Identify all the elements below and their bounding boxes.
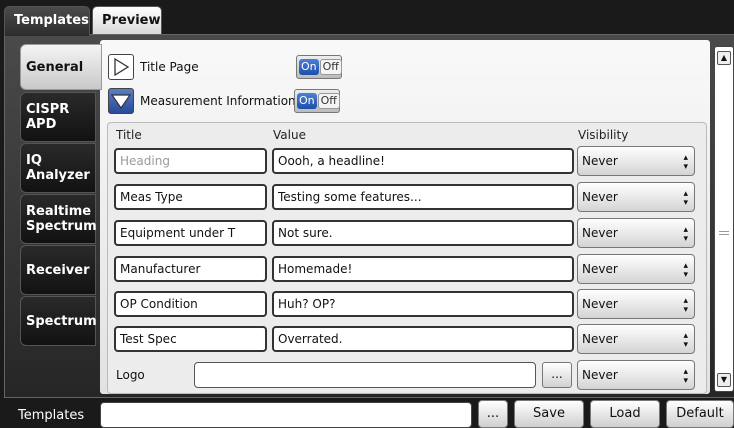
toggle-off: Off: [319, 59, 342, 75]
row-value-field[interactable]: Not sure.: [272, 220, 574, 246]
measurement-info-section: Measurement Information: [108, 88, 296, 114]
visibility-value: Never: [582, 154, 618, 168]
logo-path-field[interactable]: [194, 362, 536, 388]
save-button[interactable]: Save: [514, 400, 584, 428]
visibility-value: Never: [582, 368, 618, 382]
row-value-field[interactable]: Overrated.: [272, 326, 574, 352]
row-visibility-select[interactable]: Never ▴ ▾: [577, 146, 695, 176]
row-title-field[interactable]: Meas Type: [114, 184, 267, 210]
measurement-info-toggle[interactable]: On Off: [294, 89, 340, 113]
row-value-field[interactable]: Homemade!: [272, 256, 574, 282]
row-visibility-select[interactable]: Never ▴ ▾: [577, 182, 695, 212]
scroll-down-button[interactable]: ▼: [717, 373, 731, 387]
row-visibility-select[interactable]: Never ▴ ▾: [577, 254, 695, 284]
side-tab-label: IQ Analyzer: [26, 153, 90, 183]
row-title-field[interactable]: Test Spec: [114, 326, 267, 352]
toggle-on: On: [297, 93, 317, 109]
title-page-section: Title Page: [108, 54, 199, 80]
title-page-toggle[interactable]: On Off: [296, 55, 342, 79]
side-tab-realtime-spectrum[interactable]: Realtime Spectrum: [20, 194, 97, 244]
updown-arrow-icon: ▴ ▾: [683, 189, 688, 208]
toggle-off: Off: [317, 93, 340, 109]
updown-arrow-icon: ▴ ▾: [683, 261, 688, 280]
updown-arrow-icon: ▴ ▾: [683, 153, 688, 172]
visibility-value: Never: [582, 297, 618, 311]
row-title-field[interactable]: Heading: [114, 148, 267, 174]
row-visibility-select[interactable]: Never ▴ ▾: [577, 324, 695, 354]
logo-browse-button[interactable]: ...: [542, 362, 572, 388]
side-tab-label: CISPR APD: [26, 102, 70, 132]
triangle-right-icon: [114, 58, 130, 76]
row-title-field[interactable]: Equipment under T: [114, 220, 267, 246]
arrow-down-icon: ▼: [720, 375, 728, 384]
updown-arrow-icon: ▴ ▾: [683, 367, 688, 386]
tab-templates[interactable]: Templates: [4, 6, 90, 36]
side-tab-cispr-apd[interactable]: CISPR APD: [20, 92, 96, 142]
scroll-grip-icon[interactable]: [719, 231, 729, 235]
load-button[interactable]: Load: [590, 400, 660, 428]
measurement-info-collapse-button[interactable]: [108, 88, 134, 114]
side-tab-label: Realtime Spectrum: [26, 204, 97, 234]
template-browse-button[interactable]: ...: [478, 400, 508, 428]
column-header-value: Value: [273, 128, 306, 142]
arrow-up-icon: ▲: [720, 53, 728, 62]
triangle-down-icon: [111, 94, 131, 110]
toggle-on: On: [299, 59, 319, 75]
side-tab-receiver[interactable]: Receiver: [20, 245, 96, 295]
title-page-expand-button[interactable]: [108, 54, 134, 80]
side-tab-iq-analyzer[interactable]: IQ Analyzer: [20, 143, 96, 193]
side-tab-label: General: [26, 59, 84, 75]
default-button[interactable]: Default: [666, 400, 734, 428]
column-header-title: Title: [116, 128, 142, 142]
column-header-visibility: Visibility: [578, 128, 629, 142]
measurement-info-label: Measurement Information: [140, 94, 296, 108]
row-title-field[interactable]: OP Condition: [114, 291, 267, 317]
visibility-value: Never: [582, 332, 618, 346]
row-visibility-select[interactable]: Never ▴ ▾: [577, 218, 695, 248]
side-tab-label: Spectrum: [26, 313, 97, 329]
updown-arrow-icon: ▴ ▾: [683, 296, 688, 315]
side-tab-spectrum[interactable]: Spectrum: [20, 296, 97, 346]
panel-scrollbar[interactable]: ▲ ▼: [714, 46, 734, 392]
visibility-value: Never: [582, 190, 618, 204]
updown-arrow-icon: ▴ ▾: [683, 225, 688, 244]
row-value-field[interactable]: Huh? OP?: [272, 291, 574, 317]
row-value-field[interactable]: Oooh, a headline!: [272, 148, 574, 174]
row-value-field[interactable]: Testing some features...: [272, 184, 574, 210]
updown-arrow-icon: ▴ ▾: [683, 331, 688, 350]
row-title-field[interactable]: Manufacturer: [114, 256, 267, 282]
visibility-value: Never: [582, 226, 618, 240]
scroll-up-button[interactable]: ▲: [717, 51, 731, 65]
side-tab-general[interactable]: General: [20, 44, 102, 90]
side-tab-label: Receiver: [26, 262, 90, 278]
logo-visibility-select[interactable]: Never ▴ ▾: [577, 360, 695, 390]
title-page-label: Title Page: [140, 60, 199, 74]
visibility-value: Never: [582, 262, 618, 276]
templates-label: Templates: [18, 408, 85, 423]
logo-label: Logo: [116, 368, 145, 382]
tab-preview[interactable]: Preview: [92, 6, 162, 36]
template-name-field[interactable]: [100, 402, 472, 428]
row-visibility-select[interactable]: Never ▴ ▾: [577, 289, 695, 319]
